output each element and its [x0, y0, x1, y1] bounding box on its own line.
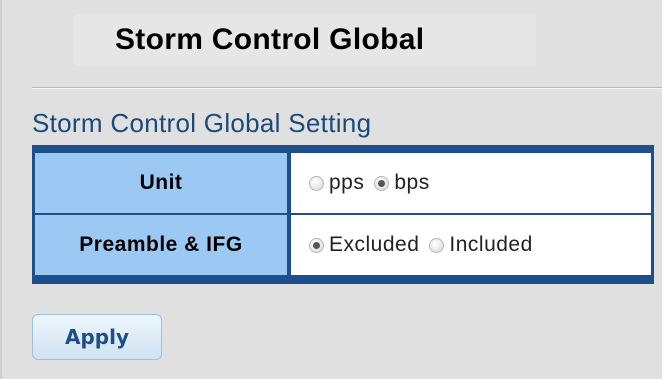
title-divider-highlight — [32, 88, 662, 89]
preamble-ifg-row: Preamble & IFG Excluded Included — [35, 215, 651, 275]
unit-row: Unit pps bps — [35, 153, 651, 213]
preamble-excluded-label[interactable]: Excluded — [329, 233, 419, 257]
preamble-ifg-label: Preamble & IFG — [35, 215, 287, 275]
unit-bps-label[interactable]: bps — [394, 171, 429, 195]
left-edge-border — [0, 0, 2, 379]
unit-pps-radio[interactable] — [309, 175, 324, 191]
unit-value-cell: pps bps — [291, 153, 651, 213]
unit-label: Unit — [35, 153, 287, 213]
preamble-excluded-radio[interactable] — [309, 237, 324, 253]
preamble-ifg-value-cell: Excluded Included — [291, 215, 651, 275]
preamble-included-radio[interactable] — [429, 237, 445, 253]
unit-bps-radio[interactable] — [374, 175, 390, 191]
section-title: Storm Control Global Setting — [32, 108, 372, 138]
unit-pps-label[interactable]: pps — [329, 171, 364, 195]
apply-button[interactable]: Apply — [32, 314, 162, 360]
settings-table: Unit pps bps Preamble & IFG Excluded Inc… — [32, 145, 654, 284]
page-title: Storm Control Global — [115, 23, 425, 56]
preamble-included-label[interactable]: Included — [449, 233, 532, 257]
